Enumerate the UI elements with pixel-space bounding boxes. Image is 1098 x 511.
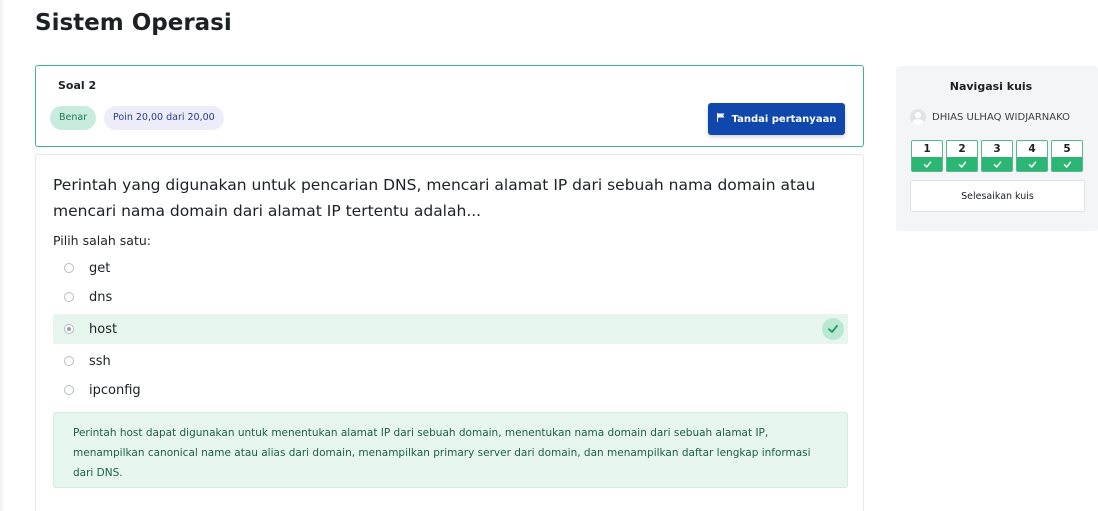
flag-icon bbox=[716, 113, 725, 125]
answer-label: dns bbox=[89, 289, 113, 305]
answer-radio[interactable] bbox=[64, 385, 74, 395]
grade-badge: Poin 20,00 dari 20,00 bbox=[104, 106, 224, 130]
check-icon bbox=[822, 318, 844, 340]
answer-label: get bbox=[89, 260, 111, 276]
question-text: Perintah yang digunakan untuk pencarian … bbox=[53, 176, 816, 220]
answer-option-dns[interactable]: dns bbox=[53, 282, 848, 312]
question-nav-number: 1 bbox=[923, 143, 931, 155]
question-nav-button-5[interactable]: 5 bbox=[1051, 140, 1083, 172]
check-icon bbox=[1017, 157, 1047, 171]
question-nav-number: 4 bbox=[1028, 143, 1036, 155]
answer-option-host[interactable]: host bbox=[53, 314, 848, 344]
answer-label: ipconfig bbox=[89, 382, 141, 398]
answer-option-ipconfig[interactable]: ipconfig bbox=[53, 375, 848, 405]
page-title: Sistem Operasi bbox=[35, 10, 232, 36]
question-nav-number: 2 bbox=[958, 143, 966, 155]
question-nav-button-2[interactable]: 2 bbox=[946, 140, 978, 172]
quiz-navigation-title: Navigasi kuis bbox=[949, 80, 1033, 93]
question-nav-number: 5 bbox=[1063, 143, 1071, 155]
user-info: DHIAS ULHAQ WIDJARNAKO bbox=[910, 109, 1070, 125]
check-icon bbox=[912, 157, 942, 171]
question-nav-button-3[interactable]: 3 bbox=[981, 140, 1013, 172]
answer-radio[interactable] bbox=[64, 263, 74, 273]
question-nav-number: 3 bbox=[993, 143, 1001, 155]
finish-quiz-button[interactable]: Selesaikan kuis bbox=[910, 180, 1085, 212]
answer-option-ssh[interactable]: ssh bbox=[53, 346, 848, 376]
answer-radio-selected[interactable] bbox=[64, 324, 74, 334]
answer-radio[interactable] bbox=[64, 292, 74, 302]
question-nav-button-1[interactable]: 1 bbox=[911, 140, 943, 172]
user-name: DHIAS ULHAQ WIDJARNAKO bbox=[932, 111, 1070, 123]
answer-label: host bbox=[89, 321, 118, 337]
feedback-box: Perintah host dapat digunakan untuk mene… bbox=[53, 412, 848, 488]
flag-question-button[interactable]: Tandai pertanyaan bbox=[708, 103, 845, 135]
check-icon bbox=[947, 157, 977, 171]
check-icon bbox=[982, 157, 1012, 171]
question-info-card: Soal 2 Benar Poin 20,00 dari 20,00 Tanda… bbox=[35, 65, 864, 147]
answer-label: ssh bbox=[89, 353, 111, 369]
flag-question-label: Tandai pertanyaan bbox=[731, 113, 837, 125]
question-body-card: Perintah yang digunakan untuk pencarian … bbox=[35, 154, 864, 511]
question-nav-buttons: 1 2 3 4 5 bbox=[911, 140, 1083, 172]
answer-option-get[interactable]: get bbox=[53, 253, 848, 283]
quiz-navigation-panel: Navigasi kuis DHIAS ULHAQ WIDJARNAKO 1 2… bbox=[896, 66, 1098, 231]
state-badge: Benar bbox=[50, 106, 97, 130]
avatar bbox=[910, 109, 926, 125]
question-nav-button-4[interactable]: 4 bbox=[1016, 140, 1048, 172]
answer-radio[interactable] bbox=[64, 356, 74, 366]
quiz-review-page: Sistem Operasi Soal 2 Benar Poin 20,00 d… bbox=[0, 0, 1098, 511]
answer-prompt: Pilih salah satu: bbox=[53, 233, 151, 248]
question-number: Soal 2 bbox=[58, 79, 97, 92]
left-edge-divider bbox=[0, 0, 3, 511]
check-icon bbox=[1052, 157, 1082, 171]
